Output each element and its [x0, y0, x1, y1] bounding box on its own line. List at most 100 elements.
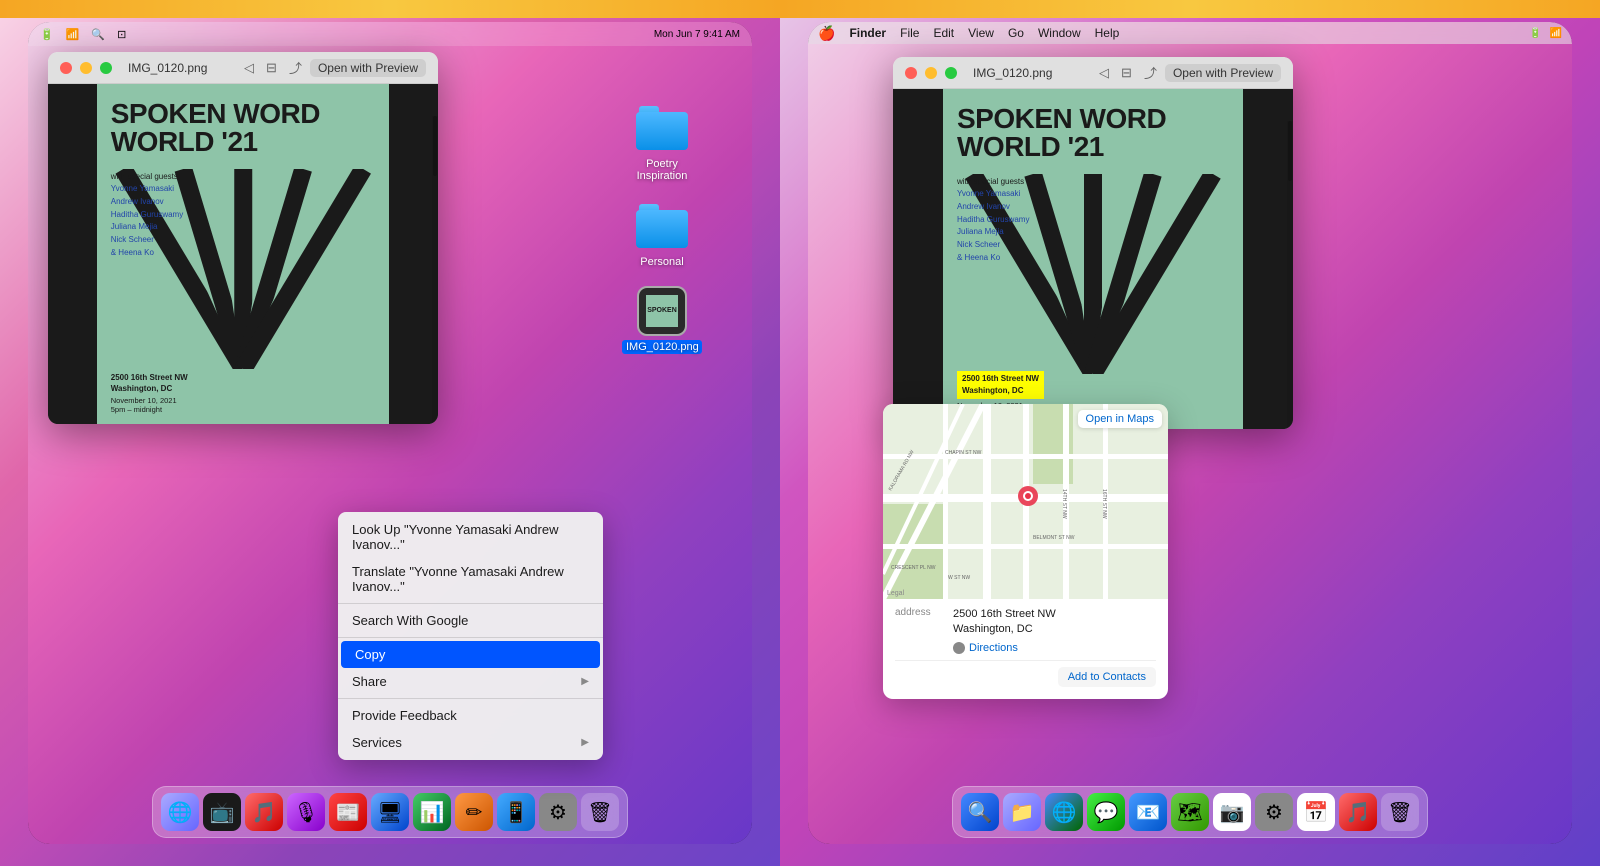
dock-icon-numbers[interactable]: 📊 [413, 793, 451, 831]
dock-icon-pages[interactable]: ✏ [455, 793, 493, 831]
dock-icon-safari-right[interactable]: 🌐 [1045, 793, 1083, 831]
menubar-file[interactable]: File [900, 26, 919, 40]
menubar-edit[interactable]: Edit [933, 26, 954, 40]
dock-icon-appletv[interactable]: 📺 [203, 793, 241, 831]
apple-logo-icon[interactable]: 🍎 [818, 25, 835, 42]
dock-icon-podcasts[interactable]: 🎙 [287, 793, 325, 831]
map-legal-text: Legal [887, 590, 904, 597]
dock-icon-news[interactable]: 📰 [329, 793, 367, 831]
close-button[interactable] [60, 62, 72, 74]
share-arrow: ▶ [581, 676, 589, 687]
desktop-icon-img0120[interactable]: SPOKEN IMG_0120.png [622, 286, 702, 354]
preview-titlebar-right: IMG_0120.png ◁ ⊟ ⤴ Open with Preview [893, 57, 1293, 89]
preview-window-title-left: IMG_0120.png [128, 61, 236, 75]
maximize-button-right[interactable] [945, 67, 957, 79]
dock-icon-settings-right[interactable]: ⚙ [1255, 793, 1293, 831]
dock-icon-launchpad[interactable]: 🌐 [161, 793, 199, 831]
dock-icon-settings[interactable]: ⚙ [539, 793, 577, 831]
map-address-value: 2500 16th Street NWWashington, DC [953, 607, 1056, 638]
poster-title-left: SPOKEN WORDWORLD '21 [111, 100, 376, 156]
dock-icon-music-right[interactable]: 🎵 [1339, 793, 1377, 831]
open-with-preview-btn-left[interactable]: Open with Preview [310, 59, 426, 77]
map-separator [895, 660, 1156, 661]
scrollbar-thumb-left[interactable] [433, 116, 437, 176]
preview-window-left: IMG_0120.png ◁ ⊟ ⤴ Open with Preview SPO… [48, 52, 438, 424]
services-label: Services [352, 735, 402, 750]
dock-icon-calendar-right[interactable]: 📅 [1297, 793, 1335, 831]
dock-icon-music[interactable]: 🎵 [245, 793, 283, 831]
dock-icon-appstore[interactable]: 📱 [497, 793, 535, 831]
context-services[interactable]: Services ▶ [338, 729, 603, 756]
share-label: Share [352, 674, 387, 689]
dock-icon-photos-right[interactable]: 📷 [1213, 793, 1251, 831]
address-highlight-text: 2500 16th Street NWWashington, DC [957, 371, 1044, 399]
copy-label: Copy [355, 647, 385, 662]
open-with-preview-btn-right[interactable]: Open with Preview [1165, 64, 1281, 82]
context-search-google[interactable]: Search With Google [338, 607, 603, 634]
minimize-button[interactable] [80, 62, 92, 74]
maximize-button[interactable] [100, 62, 112, 74]
dock-icon-messages-right[interactable]: 💬 [1087, 793, 1125, 831]
img-file-label: IMG_0120.png [622, 340, 702, 354]
menubar-view[interactable]: View [968, 26, 994, 40]
map-directions-btn[interactable]: Directions [895, 642, 1156, 654]
close-button-right[interactable] [905, 67, 917, 79]
dock-icon-trash[interactable]: 🗑 [581, 793, 619, 831]
poster-address-left: 2500 16th Street NWWashington, DC [111, 372, 188, 394]
share-icon[interactable]: ⤴ [289, 58, 302, 77]
folder-personal-icon [636, 200, 688, 252]
scrollbar-right[interactable] [1287, 121, 1293, 429]
dock-icon-finder-right[interactable]: 🔍 [961, 793, 999, 831]
context-copy[interactable]: Copy [341, 641, 600, 668]
svg-text:W ST NW: W ST NW [948, 575, 970, 581]
menubar-help[interactable]: Help [1095, 26, 1120, 40]
desktop-icon-poetry[interactable]: Poetry Inspiration [622, 102, 702, 182]
scrollbar-thumb-right[interactable] [1288, 121, 1292, 181]
menubar-left: 🔋 📶 🔍 ⊡ Mon Jun 7 9:41 AM [28, 22, 752, 46]
menubar-finder[interactable]: Finder [849, 26, 886, 40]
services-arrow: ▶ [581, 737, 589, 748]
svg-text:16TH ST NW: 16TH ST NW [1101, 489, 1107, 519]
desktop-icon-personal[interactable]: Personal [636, 200, 688, 268]
poster-guests-left: with special guests Yvonne YamasakiAndre… [111, 172, 183, 260]
search-icon[interactable]: 🔍 [91, 28, 105, 41]
map-address-label: address [895, 607, 945, 618]
copy-icon[interactable]: ⊟ [266, 60, 277, 76]
preview-window-right: IMG_0120.png ◁ ⊟ ⤴ Open with Preview SPO… [893, 57, 1293, 429]
feedback-label: Provide Feedback [352, 708, 457, 723]
dock-icon-launchpad-right[interactable]: 📁 [1003, 793, 1041, 831]
dock-icon-trash-right[interactable]: 🗑 [1381, 793, 1419, 831]
copy-icon-right[interactable]: ⊟ [1121, 65, 1132, 81]
poster-title-right: SPOKEN WORDWORLD '21 [957, 105, 1229, 161]
menubar-go[interactable]: Go [1008, 26, 1024, 40]
dock-icon-mail-right[interactable]: 📧 [1129, 793, 1167, 831]
context-separator-2 [338, 637, 603, 638]
scrollbar-left[interactable] [432, 116, 438, 424]
menubar-right-icons: 🔋 📶 [1529, 28, 1562, 39]
lookup-label: Look Up "Yvonne Yamasaki Andrew Ivanov..… [352, 522, 589, 552]
wifi-icon: 📶 [66, 28, 80, 41]
minimize-button-right[interactable] [925, 67, 937, 79]
context-feedback[interactable]: Provide Feedback [338, 702, 603, 729]
back-icon-right[interactable]: ◁ [1099, 65, 1109, 81]
back-icon[interactable]: ◁ [244, 60, 254, 76]
menubar-window[interactable]: Window [1038, 26, 1081, 40]
left-panel: 🔋 📶 🔍 ⊡ Mon Jun 7 9:41 AM Poetry Inspira… [0, 0, 780, 866]
battery-icon-right: 🔋 [1529, 28, 1541, 39]
share-icon-right[interactable]: ⤴ [1144, 63, 1157, 82]
dock-icon-maps-right[interactable]: 🗺 [1171, 793, 1209, 831]
directions-label[interactable]: Directions [969, 642, 1018, 654]
open-in-maps-btn[interactable]: Open in Maps [1078, 410, 1162, 428]
context-lookup[interactable]: Look Up "Yvonne Yamasaki Andrew Ivanov..… [338, 516, 603, 558]
clock-text: Mon Jun 7 9:41 AM [654, 29, 740, 40]
menubar-left-icons: 🔋 📶 🔍 ⊡ [40, 28, 126, 41]
tablet-left: 🔋 📶 🔍 ⊡ Mon Jun 7 9:41 AM Poetry Inspira… [28, 22, 752, 844]
preview-toolbar-right: ◁ ⊟ ⤴ [1099, 63, 1157, 82]
right-panel: 🍎 Finder File Edit View Go Window Help 🔋… [780, 0, 1600, 866]
dock-icon-keynote[interactable]: 🖥 [371, 793, 409, 831]
context-share[interactable]: Share ▶ [338, 668, 603, 695]
poster-date-left: November 10, 20215pm – midnight [111, 396, 177, 414]
context-translate[interactable]: Translate "Yvonne Yamasaki Andrew Ivanov… [338, 558, 603, 600]
add-to-contacts-btn[interactable]: Add to Contacts [1058, 667, 1156, 687]
poster-address-highlight: 2500 16th Street NWWashington, DC [957, 371, 1044, 399]
